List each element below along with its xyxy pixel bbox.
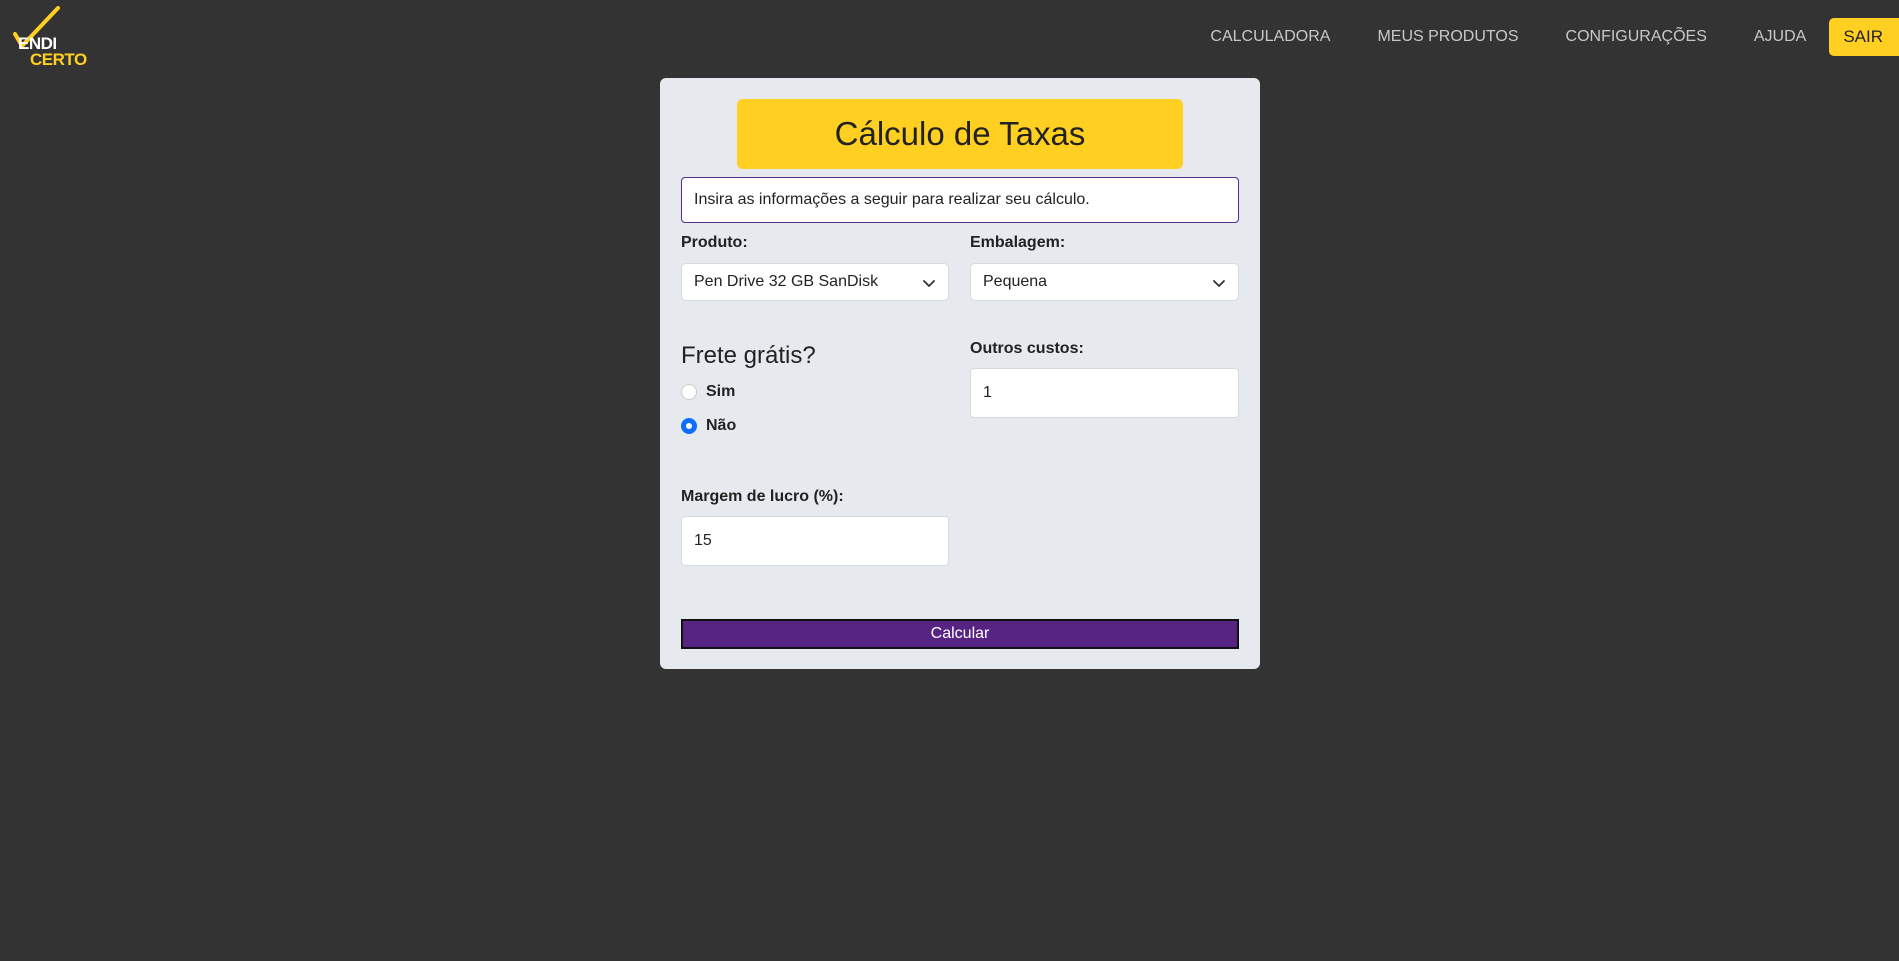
chevron-down-icon — [923, 280, 935, 287]
frete-option-nao[interactable]: Não — [681, 417, 736, 435]
page-title: Cálculo de Taxas — [834, 115, 1086, 152]
frete-option-sim[interactable]: Sim — [681, 383, 735, 401]
margem-lucro-label: Margem de lucro (%): — [681, 488, 844, 505]
info-message: Insira as informações a seguir para real… — [681, 177, 1239, 223]
calcular-button[interactable]: Calcular — [681, 619, 1239, 649]
outros-custos-label: Outros custos: — [970, 340, 1084, 357]
produto-select-value: Pen Drive 32 GB SanDisk — [694, 273, 879, 290]
logo-text-certo: CERTO — [30, 50, 87, 69]
calculation-form-card: Cálculo de Taxas Insira as informações a… — [660, 78, 1260, 669]
nav-link-meus-produtos[interactable]: MEUS PRODUTOS — [1377, 18, 1518, 56]
nav-link-ajuda[interactable]: AJUDA — [1754, 18, 1806, 56]
outros-custos-input[interactable]: 1 — [970, 368, 1239, 418]
logout-button[interactable]: SAIR — [1829, 18, 1899, 56]
embalagem-select[interactable]: Pequena — [970, 263, 1239, 301]
frete-gratis-title: Frete grátis? — [681, 342, 816, 369]
produto-label: Produto: — [681, 234, 748, 251]
embalagem-label: Embalagem: — [970, 234, 1066, 251]
radio-sim[interactable] — [681, 384, 697, 400]
radio-nao[interactable] — [681, 418, 697, 434]
vendicerto-logo[interactable]: ENDI CERTO — [12, 6, 92, 68]
nav-link-configuracoes[interactable]: CONFIGURAÇÕES — [1566, 18, 1707, 56]
margem-lucro-input[interactable]: 15 — [681, 516, 949, 566]
chevron-down-icon — [1213, 280, 1225, 287]
title-banner: Cálculo de Taxas — [737, 99, 1183, 169]
radio-nao-label: Não — [706, 417, 737, 434]
top-navigation: CALCULADORA MEUS PRODUTOS CONFIGURAÇÕES … — [1210, 18, 1899, 56]
radio-sim-label: Sim — [706, 383, 736, 400]
embalagem-select-value: Pequena — [983, 273, 1048, 290]
produto-select[interactable]: Pen Drive 32 GB SanDisk — [681, 263, 949, 301]
nav-link-calculadora[interactable]: CALCULADORA — [1210, 18, 1330, 56]
